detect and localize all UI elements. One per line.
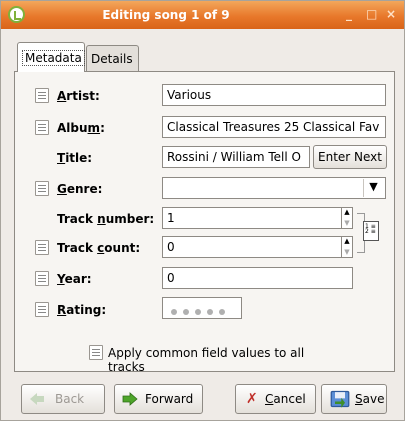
arrow-right-icon (122, 392, 138, 406)
title-input[interactable]: Rossini / William Tell O (162, 146, 310, 168)
rating-star-3[interactable] (195, 309, 201, 315)
rating-label: Rating: (57, 303, 107, 317)
field-copy-icon[interactable] (35, 88, 49, 103)
title-bar: Editing song 1 of 9 _ □ × (1, 1, 404, 29)
forward-button[interactable]: Forward (114, 384, 203, 414)
genre-combo[interactable]: ▼ (162, 177, 386, 199)
album-input[interactable]: Classical Treasures 25 Classical Fav (162, 116, 386, 138)
artist-input[interactable]: Various (162, 84, 386, 106)
rating-star-4[interactable] (207, 309, 213, 315)
spin-down-icon[interactable]: ▼ (342, 218, 352, 229)
arrow-left-icon (30, 393, 44, 405)
track-number-spinner[interactable]: 1 (162, 207, 353, 229)
rating-widget[interactable] (162, 297, 242, 319)
edit-song-dialog: Editing song 1 of 9 _ □ × Metadata Detai… (0, 0, 405, 421)
close-button[interactable]: × (386, 7, 396, 21)
back-button[interactable]: Back (21, 384, 105, 414)
genre-label: Genre: (57, 182, 103, 196)
enter-next-button[interactable]: Enter Next (313, 145, 387, 169)
track-number-stepper[interactable]: ▲ ▼ (341, 207, 352, 229)
field-copy-icon[interactable] (35, 271, 49, 286)
minimize-button[interactable]: _ (346, 7, 352, 21)
field-copy-icon[interactable] (35, 240, 49, 255)
cancel-x-icon: ✗ (246, 391, 258, 407)
cancel-button[interactable]: ✗ Cancel (235, 384, 316, 414)
spin-up-icon[interactable]: ▲ (342, 207, 352, 218)
track-number-label: Track number: (57, 212, 155, 226)
apply-common-button[interactable]: Apply common field values to all tracks (85, 339, 337, 374)
field-copy-icon[interactable] (35, 302, 49, 317)
title-label: Title: (57, 151, 93, 165)
year-label: Year: (57, 272, 92, 286)
track-count-spinner[interactable]: 0 (162, 236, 353, 258)
track-link-icon[interactable]: 1 ≡ 2 ≡ (363, 221, 379, 241)
field-copy-icon (89, 345, 103, 360)
window-title: Editing song 1 of 9 (102, 8, 230, 22)
rating-star-1[interactable] (171, 309, 177, 315)
field-copy-icon[interactable] (35, 120, 49, 135)
album-label: Album: (57, 121, 105, 135)
artist-label: Artist: (57, 89, 100, 103)
rating-star-5[interactable] (219, 309, 225, 315)
chevron-down-icon[interactable]: ▼ (363, 179, 383, 197)
save-icon (330, 390, 350, 408)
track-count-stepper[interactable]: ▲ ▼ (341, 236, 352, 258)
spin-down-icon[interactable]: ▼ (342, 247, 352, 258)
tab-metadata[interactable]: Metadata (17, 42, 85, 72)
spin-up-icon[interactable]: ▲ (342, 236, 352, 247)
rating-star-2[interactable] (183, 309, 189, 315)
tab-details[interactable]: Details (86, 45, 139, 71)
field-copy-icon[interactable] (35, 181, 49, 196)
track-count-label: Track count: (57, 241, 141, 255)
year-input[interactable]: 0 (162, 267, 353, 289)
maximize-button[interactable]: □ (366, 7, 377, 21)
save-button[interactable]: Save (321, 384, 387, 414)
